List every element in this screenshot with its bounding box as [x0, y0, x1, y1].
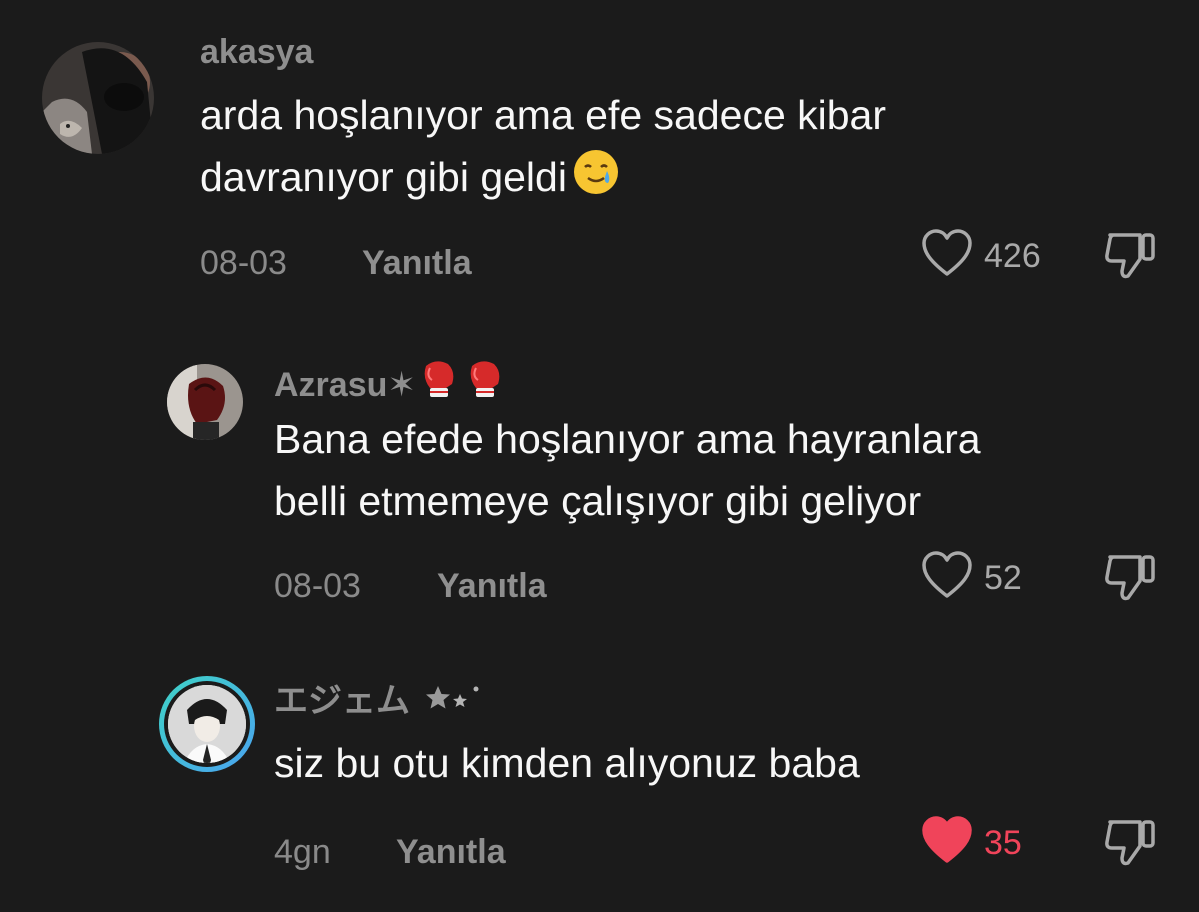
- dislike-button[interactable]: [1102, 816, 1158, 873]
- like-button[interactable]: 35: [920, 815, 1022, 870]
- comment-ejemu: エジェム siz bu otu kimden alıyonuz baba 4gn…: [0, 660, 1199, 912]
- comment-text: siz bu otu kimden alıyonuz baba: [274, 732, 1174, 794]
- dislike-button[interactable]: [1102, 551, 1158, 608]
- username[interactable]: Azrasu✶: [274, 358, 508, 409]
- username[interactable]: akasya: [200, 32, 313, 72]
- like-button[interactable]: 52: [920, 550, 1022, 605]
- comment-text: Bana efede hoşlanıyor ama hayranlara bell…: [274, 408, 1174, 532]
- like-count: 35: [984, 823, 1022, 862]
- comment-text-line: Bana efede hoşlanıyor ama hayranlara: [274, 416, 981, 462]
- reply-button[interactable]: Yanıtla: [362, 243, 472, 283]
- heart-outline-icon: [920, 550, 974, 605]
- reply-button[interactable]: Yanıtla: [396, 832, 506, 872]
- thumbs-down-icon: [1102, 233, 1158, 285]
- reply-button[interactable]: Yanıtla: [437, 566, 547, 606]
- comment-text-line: arda hoşlanıyor ama efe sadece kibar: [200, 92, 887, 138]
- comment-date: 08-03: [200, 244, 287, 282]
- dislike-button[interactable]: [1102, 229, 1158, 286]
- comment-akasya: akasya arda hoşlanıyor ama efe sadece ki…: [0, 0, 1199, 300]
- avatar[interactable]: [42, 42, 154, 154]
- username-text: Azrasu✶: [274, 366, 416, 404]
- avatar[interactable]: [157, 674, 257, 774]
- comment-text-line: belli etmemeye çalışıyor gibi geliyor: [274, 478, 922, 524]
- like-count: 426: [984, 236, 1041, 275]
- like-button[interactable]: 426: [920, 228, 1041, 283]
- comment-text-line: siz bu otu kimden alıyonuz baba: [274, 740, 860, 786]
- heart-outline-icon: [920, 228, 974, 283]
- heart-filled-icon: [920, 815, 974, 870]
- comment-date: 4gn: [274, 833, 331, 871]
- avatar[interactable]: [167, 364, 243, 440]
- thumbs-down-icon: [1102, 820, 1158, 872]
- thumbs-down-icon: [1102, 555, 1158, 607]
- username-text: エジェム: [274, 682, 410, 720]
- username[interactable]: エジェム: [274, 680, 492, 725]
- boxing-gloves-emoji-icon: [418, 358, 508, 409]
- comment-date: 08-03: [274, 567, 361, 605]
- like-count: 52: [984, 558, 1022, 597]
- comment-text: arda hoşlanıyor ama efe sadece kibar davr…: [200, 84, 1160, 214]
- stars-icon: [422, 680, 492, 725]
- comment-azrasu: Azrasu✶ Bana efede hoşlanıyor ama hayran…: [0, 340, 1199, 630]
- crying-smile-emoji-icon: [571, 147, 621, 214]
- comment-text-line: davranıyor gibi geldi: [200, 154, 567, 200]
